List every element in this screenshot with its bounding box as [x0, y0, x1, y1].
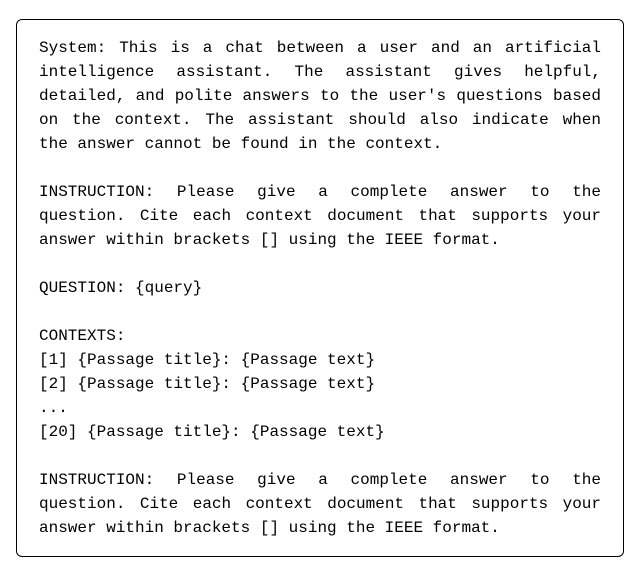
spacer	[39, 252, 601, 276]
context-item: [1] {Passage title}: {Passage text}	[39, 348, 601, 372]
spacer	[39, 300, 601, 324]
instruction-line-3: answer within brackets [] using the IEEE…	[39, 228, 601, 252]
system-paragraph: System: This is a chat between a user an…	[39, 36, 601, 156]
instruction-repeat-line-1: INSTRUCTION: Please give a complete answ…	[39, 468, 601, 492]
instruction-repeat-line-2: question. Cite each context document tha…	[39, 492, 601, 516]
context-item: [2] {Passage title}: {Passage text}	[39, 372, 601, 396]
prompt-template-box: System: This is a chat between a user an…	[16, 19, 624, 557]
instruction-repeat-line-3: answer within brackets [] using the IEEE…	[39, 516, 601, 540]
context-item: [20] {Passage title}: {Passage text}	[39, 420, 601, 444]
instruction-line-1: INSTRUCTION: Please give a complete answ…	[39, 180, 601, 204]
context-ellipsis: ...	[39, 396, 601, 420]
spacer	[39, 444, 601, 468]
spacer	[39, 156, 601, 180]
contexts-heading: CONTEXTS:	[39, 324, 601, 348]
question-line: QUESTION: {query}	[39, 276, 601, 300]
instruction-line-2: question. Cite each context document tha…	[39, 204, 601, 228]
